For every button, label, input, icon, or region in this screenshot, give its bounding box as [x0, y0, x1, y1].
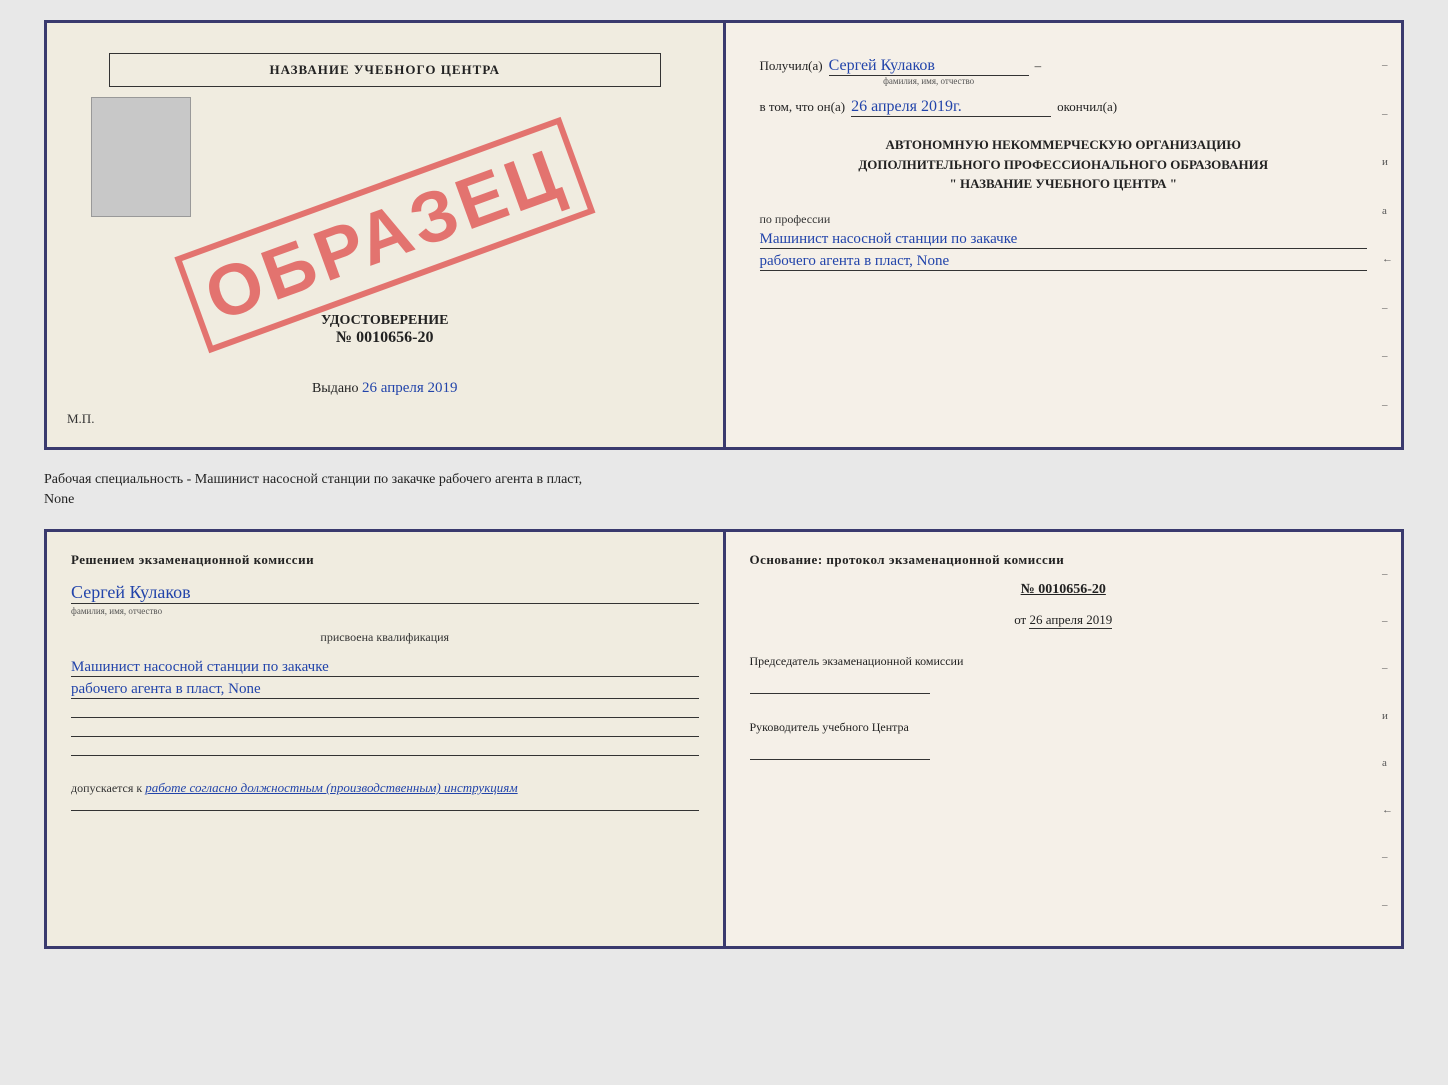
- komissia-name-hint: фамилия, имя, отчество: [71, 606, 699, 616]
- top-document: НАЗВАНИЕ УЧЕБНОГО ЦЕНТРА ОБРАЗЕЦ УДОСТОВ…: [44, 20, 1404, 450]
- po-professii-label: по профессии: [760, 212, 1368, 227]
- ot-date-block: от 26 апреля 2019: [750, 612, 1378, 628]
- top-doc-left: НАЗВАНИЕ УЧЕБНОГО ЦЕНТРА ОБРАЗЕЦ УДОСТОВ…: [47, 23, 723, 447]
- profession-line2: рабочего агента в пласт, None: [760, 253, 1368, 271]
- bottom-line-3: [71, 755, 699, 756]
- vydano-date: 26 апреля 2019: [362, 380, 458, 396]
- dopusk-hw: работе согласно должностным (производств…: [145, 780, 517, 795]
- center-text-2: ДОПОЛНИТЕЛЬНОГО ПРОФЕССИОНАЛЬНОГО ОБРАЗО…: [760, 155, 1368, 175]
- right-top-content: Получил(а) Сергей Кулаков фамилия, имя, …: [750, 43, 1378, 289]
- between-text: Рабочая специальность - Машинист насосно…: [44, 470, 1404, 490]
- school-name-top: НАЗВАНИЕ УЧЕБНОГО ЦЕНТРА: [109, 53, 661, 87]
- vtom-label: в том, что он(а): [760, 99, 846, 115]
- kvalif-block: Машинист насосной станции по закачке раб…: [71, 659, 699, 703]
- center-text-3: " НАЗВАНИЕ УЧЕБНОГО ЦЕНТРА ": [760, 174, 1368, 194]
- between-text2: None: [44, 490, 1404, 510]
- mp-label: М.П.: [67, 411, 94, 427]
- familiya-hint: фамилия, имя, отчество: [829, 76, 1029, 86]
- komissia-name-block: Сергей Кулаков фамилия, имя, отчество: [71, 582, 699, 616]
- komissia-name-hw: Сергей Кулаков: [71, 582, 699, 604]
- vydano-label: Выдано: [312, 381, 359, 396]
- udostoverenie-label: УДОСТОВЕРЕНИЕ: [321, 313, 448, 329]
- poluchil-label: Получил(а): [760, 58, 823, 74]
- bottom-doc-left: Решением экзаменационной комиссии Сергей…: [47, 532, 723, 946]
- bottom-document: Решением экзаменационной комиссии Сергей…: [44, 529, 1404, 949]
- komissia-title: Решением экзаменационной комиссии: [71, 552, 699, 568]
- top-doc-right: Получил(а) Сергей Кулаков фамилия, имя, …: [726, 23, 1402, 447]
- po-professii-block: по профессии Машинист насосной станции п…: [760, 212, 1368, 275]
- bottom-doc-right: Основание: протокол экзаменационной коми…: [726, 532, 1402, 946]
- protocol-number: № 0010656-20: [750, 582, 1378, 598]
- kvalif-hw-1: Машинист насосной станции по закачке: [71, 659, 699, 677]
- bottom-line-4: [71, 810, 699, 811]
- center-text-1: АВТОНОМНУЮ НЕКОММЕРЧЕСКУЮ ОРГАНИЗАЦИЮ: [760, 135, 1368, 155]
- dash1: –: [1035, 58, 1042, 74]
- rukovoditel-label: Руководитель учебного Центра: [750, 720, 909, 734]
- bottom-line-2: [71, 736, 699, 737]
- predsedatel-block: Председатель экзаменационной комиссии: [750, 652, 1378, 694]
- predsedatel-sign-line: [750, 674, 930, 694]
- poluchil-name: Сергей Кулаков: [829, 57, 1029, 76]
- right-dashes-bottom: – – – и а ← – –: [1382, 532, 1393, 946]
- prisvoena-label: присвоена квалификация: [71, 630, 699, 645]
- bottom-line-1: [71, 717, 699, 718]
- ot-label: от: [1014, 612, 1026, 627]
- okonchil-label: окончил(а): [1057, 99, 1117, 115]
- dopuskaetsya-label: допускается к: [71, 781, 142, 795]
- dopuskaetsya-block: допускается к работе согласно должностны…: [71, 780, 699, 796]
- photo-placeholder: [91, 97, 191, 217]
- between-label: Рабочая специальность - Машинист насосно…: [44, 466, 1404, 513]
- vtom-row: в том, что он(а) 26 апреля 2019г. окончи…: [760, 98, 1368, 117]
- rukovoditel-block: Руководитель учебного Центра: [750, 718, 1378, 760]
- profession-line1: Машинист насосной станции по закачке: [760, 231, 1368, 249]
- osnov-title: Основание: протокол экзаменационной коми…: [750, 552, 1378, 568]
- vydano-line: Выдано 26 апреля 2019: [312, 380, 458, 397]
- poluchil-row: Получил(а) Сергей Кулаков фамилия, имя, …: [760, 57, 1368, 86]
- udostoverenie-block: УДОСТОВЕРЕНИЕ № 0010656-20: [321, 313, 448, 347]
- vtom-date: 26 апреля 2019г.: [851, 98, 1051, 117]
- predsedatel-label: Председатель экзаменационной комиссии: [750, 654, 964, 668]
- ot-date: 26 апреля 2019: [1029, 612, 1112, 629]
- rukovoditel-sign-line: [750, 740, 930, 760]
- right-dashes-top: – – и а ← – – –: [1382, 23, 1393, 447]
- udost-number: № 0010656-20: [321, 329, 448, 347]
- kvalif-hw-2: рабочего агента в пласт, None: [71, 681, 699, 699]
